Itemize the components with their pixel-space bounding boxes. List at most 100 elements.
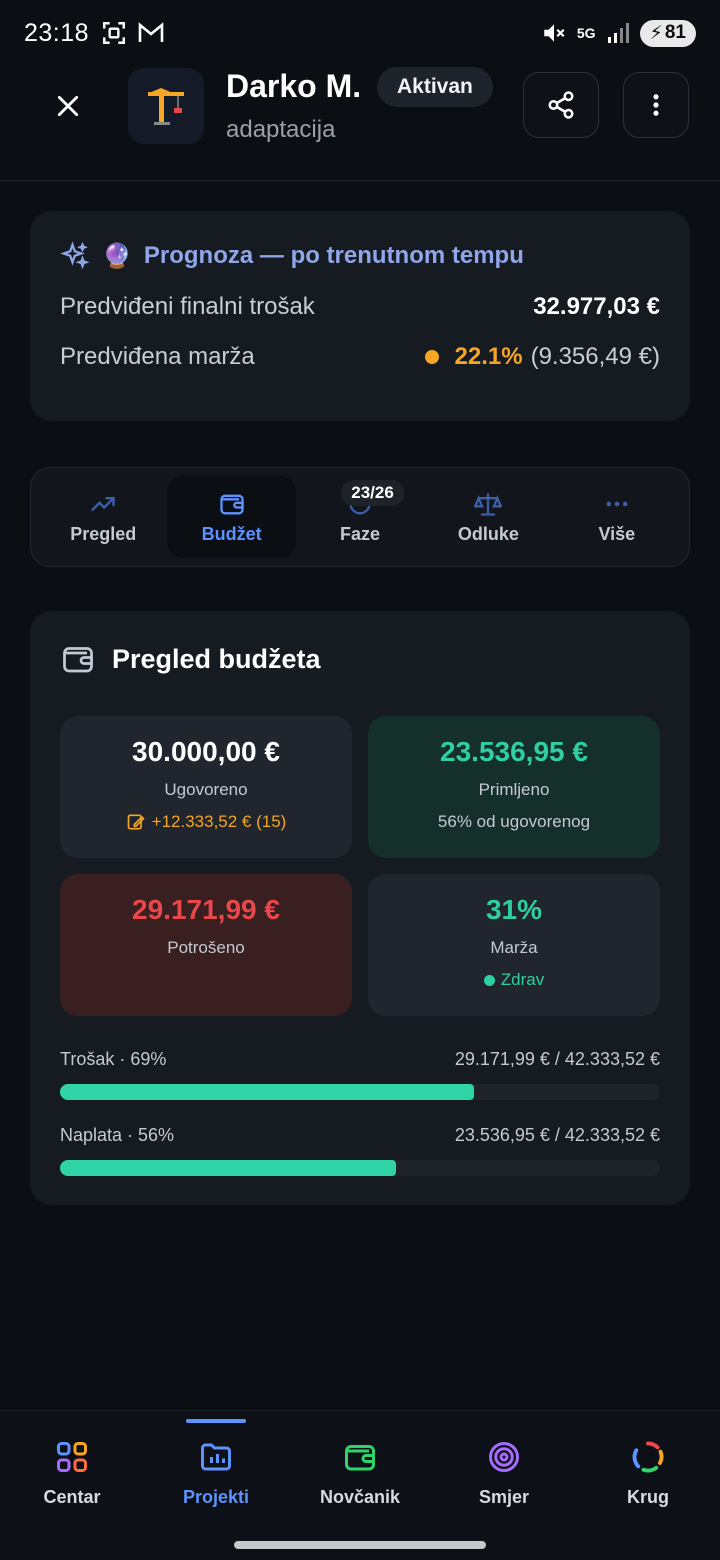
billing-progress: Naplata · 56% 23.536,95 € / 42.333,52 €	[60, 1125, 660, 1176]
contracted-extra: +12.333,52 € (15)	[126, 812, 287, 832]
trending-up-icon	[91, 496, 115, 511]
spent-tile[interactable]: 29.171,99 € Potrošeno	[60, 874, 352, 1016]
nav-direction[interactable]: Smjer	[432, 1411, 576, 1560]
nav-wallet-label: Novčanik	[319, 1487, 401, 1507]
status-badge: Aktivan	[377, 67, 493, 107]
forecast-cost-row: Predviđeni finalni trošak 32.977,03 €	[60, 293, 660, 321]
forecast-cost-value: 32.977,03 €	[533, 293, 660, 320]
project-tabs: Pregled Budžet 23/26 Faze Odluke Više	[30, 467, 690, 567]
billing-progress-label: Naplata · 56%	[60, 1125, 175, 1145]
tab-overview-label: Pregled	[70, 523, 137, 544]
sparkles-icon	[60, 241, 90, 270]
nav-direction-label: Smjer	[478, 1487, 530, 1507]
nav-projects-label: Projekti	[182, 1487, 250, 1507]
phases-count-badge: 23/26	[341, 480, 404, 506]
grid-icon	[57, 1442, 87, 1472]
received-label: Primljeno	[478, 780, 550, 799]
more-horizontal-icon	[606, 501, 628, 506]
crane-icon	[148, 88, 184, 125]
spent-label: Potrošeno	[167, 938, 245, 957]
project-type: adaptacija	[226, 116, 336, 143]
battery-level: 81	[664, 22, 686, 43]
network-label: 5G	[576, 25, 596, 41]
cost-progress-amount: 29.171,99 € / 42.333,52 €	[454, 1049, 660, 1069]
forecast-cost-label: Predviđeni finalni trošak	[60, 293, 315, 320]
health-dot	[483, 974, 495, 986]
nav-projects[interactable]: Projekti	[144, 1411, 288, 1560]
nav-wallet[interactable]: Novčanik	[288, 1411, 432, 1560]
tab-overview[interactable]: Pregled	[39, 476, 167, 558]
screenshot-icon	[103, 22, 126, 44]
projects-icon	[201, 1443, 231, 1471]
forecast-margin-amount: (9.356,49 €)	[530, 343, 660, 370]
home-indicator[interactable]	[234, 1541, 486, 1549]
tab-phases[interactable]: 23/26 Faze	[296, 476, 424, 558]
contracted-tile[interactable]: 30.000,00 € Ugovoreno +12.333,52 € (15)	[60, 716, 352, 858]
status-time: 23:18	[24, 18, 90, 47]
tab-more[interactable]: Više	[553, 476, 681, 558]
more-options-button[interactable]	[623, 72, 689, 138]
tab-decisions-label: Odluke	[457, 523, 519, 544]
tab-budget-label: Budžet	[201, 523, 262, 544]
margin-label: Marža	[490, 938, 538, 957]
budget-title-row: Pregled budžeta	[60, 641, 660, 677]
cost-progress-bar	[60, 1084, 660, 1100]
budget-title: Pregled budžeta	[112, 643, 321, 674]
forecast-card: 🔮 Prognoza — po trenutnom tempu Predviđe…	[30, 211, 690, 421]
mute-icon	[544, 24, 565, 42]
margin-tile[interactable]: 31% Marža Zdrav	[368, 874, 660, 1016]
share-button[interactable]	[523, 72, 599, 138]
battery-indicator: ⚡ 81	[639, 19, 696, 47]
tab-decisions[interactable]: Odluke	[424, 476, 552, 558]
close-button[interactable]	[48, 86, 88, 126]
margin-status-dot	[424, 350, 439, 364]
wallet-icon	[345, 1445, 375, 1471]
close-icon	[57, 95, 79, 117]
nav-center[interactable]: Centar	[0, 1411, 144, 1560]
received-value: 23.536,95 €	[440, 736, 588, 767]
forecast-title: Prognoza — po trenutnom tempu	[143, 242, 524, 269]
project-header: Darko M. Aktivan adaptacija	[0, 66, 720, 181]
forecast-margin-percent: 22.1%	[454, 343, 523, 370]
margin-health-text: Zdrav	[500, 970, 545, 989]
tab-budget[interactable]: Budžet	[167, 476, 296, 558]
bottom-navigation: Centar Projekti Novčanik Smjer Krug	[0, 1410, 720, 1560]
forecast-margin-value: 22.1% (9.356,49 €)	[424, 343, 660, 371]
share-icon	[548, 91, 574, 119]
received-percent: 56% od ugovorenog	[437, 812, 591, 831]
forecast-margin-label: Predviđena marža	[60, 343, 255, 370]
nav-center-label: Centar	[43, 1487, 101, 1507]
margin-value: 31%	[485, 894, 543, 925]
crystal-ball-icon: 🔮	[102, 242, 132, 270]
forecast-title-row: 🔮 Prognoza — po trenutnom tempu	[60, 241, 660, 271]
status-bar: 23:18 5G ⚡ 81	[0, 0, 720, 66]
signal-icon	[607, 23, 629, 43]
cost-progress: Trošak · 69% 29.171,99 € / 42.333,52 €	[60, 1049, 660, 1100]
contracted-extra-text: +12.333,52 € (15)	[151, 812, 287, 831]
billing-progress-amount: 23.536,95 € / 42.333,52 €	[454, 1125, 660, 1145]
billing-progress-fill	[60, 1160, 396, 1176]
nav-circle[interactable]: Krug	[576, 1411, 720, 1560]
more-vertical-icon	[653, 94, 659, 116]
charging-icon: ⚡	[649, 22, 663, 44]
project-name: Darko M.	[226, 68, 362, 104]
project-avatar	[128, 68, 204, 144]
target-icon	[489, 1442, 519, 1472]
contracted-label: Ugovoreno	[164, 780, 248, 799]
budget-stats-grid: 30.000,00 € Ugovoreno +12.333,52 € (15) …	[60, 716, 660, 1016]
edit-icon	[127, 814, 145, 830]
gmail-icon	[138, 22, 164, 42]
circle-icon	[632, 1441, 664, 1473]
cost-progress-fill	[60, 1084, 474, 1100]
nav-circle-label: Krug	[627, 1487, 669, 1507]
cost-progress-label: Trošak · 69%	[60, 1049, 167, 1069]
forecast-margin-row: Predviđena marža 22.1% (9.356,49 €)	[60, 343, 660, 371]
tab-more-label: Više	[598, 523, 636, 544]
tab-phases-label: Faze	[340, 523, 381, 544]
contracted-value: 30.000,00 €	[132, 736, 280, 767]
scale-icon	[474, 493, 503, 516]
wallet-icon	[63, 647, 93, 673]
margin-health: Zdrav	[483, 970, 545, 990]
received-tile[interactable]: 23.536,95 € Primljeno 56% od ugovorenog	[368, 716, 660, 858]
billing-progress-bar	[60, 1160, 660, 1176]
